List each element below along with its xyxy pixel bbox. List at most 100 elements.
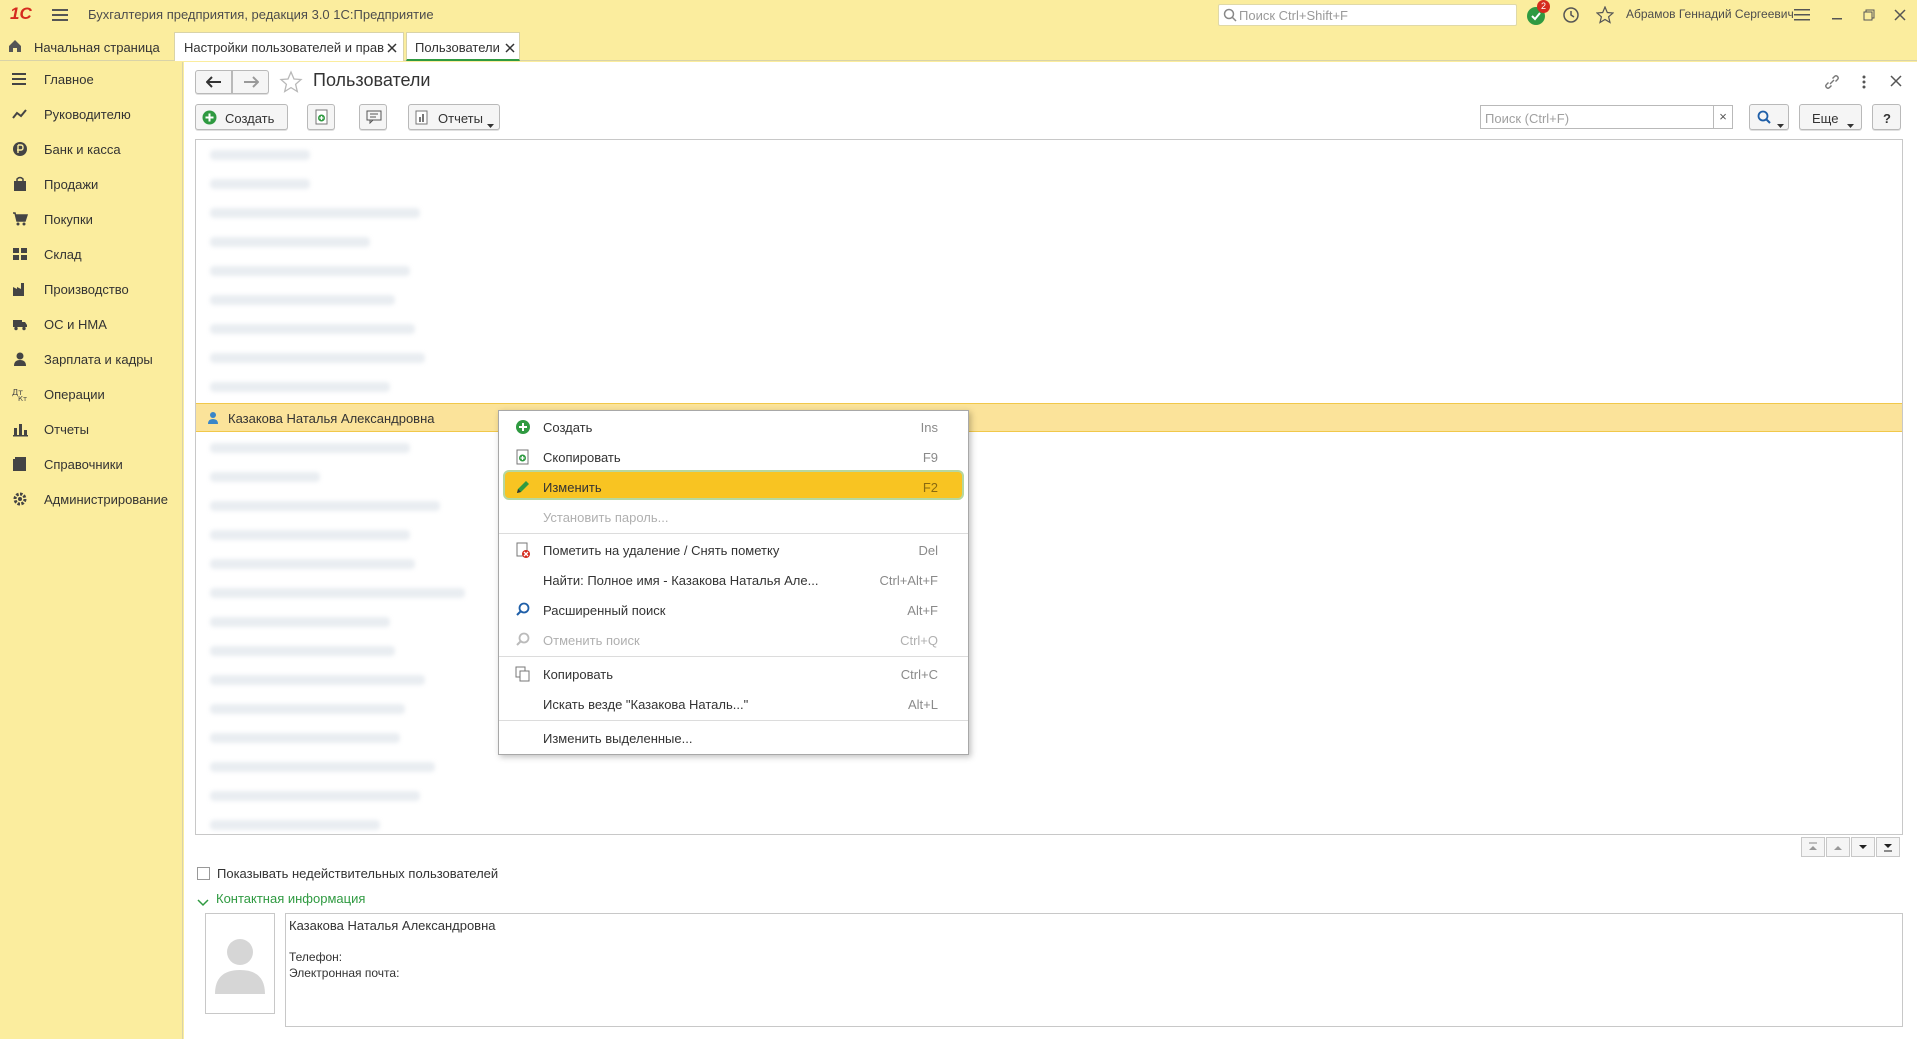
list-item[interactable] (210, 791, 420, 801)
list-item[interactable] (210, 704, 405, 714)
menu-item-find-by-name[interactable]: Найти: Полное имя - Казакова Наталья Але… (499, 565, 968, 595)
bar-chart-icon (12, 421, 28, 437)
menu-item-advanced-search[interactable]: Расширенный поиск Alt+F (499, 595, 968, 625)
list-item[interactable] (210, 266, 410, 276)
list-item[interactable] (210, 675, 425, 685)
menu-item-cancel-search[interactable]: Отменить поиск Ctrl+Q (499, 625, 968, 655)
sidebar-item-fixed-assets[interactable]: ОС и НМА (0, 307, 182, 342)
list-item[interactable] (210, 530, 410, 540)
sidebar-item-main[interactable]: Главное (0, 62, 182, 97)
search-options-button[interactable] (1749, 104, 1789, 130)
nav-forward-button[interactable] (232, 70, 269, 94)
list-item[interactable] (210, 559, 415, 569)
list-item[interactable] (210, 443, 410, 453)
more-vertical-icon[interactable] (1861, 74, 1867, 93)
menu-item-edit[interactable]: Изменить F2 (499, 472, 968, 502)
favorite-star-icon[interactable] (279, 70, 303, 97)
list-item[interactable] (210, 501, 440, 511)
scroll-down-icon (1859, 845, 1867, 849)
list-item[interactable] (210, 646, 395, 656)
search-icon (515, 602, 531, 618)
minimize-icon[interactable] (1830, 8, 1844, 25)
menu-item-search-everywhere[interactable]: Искать везде "Казакова Наталь..." Alt+L (499, 689, 968, 719)
menu-item-shortcut: F2 (922, 480, 938, 495)
list-item[interactable] (210, 733, 400, 743)
search-clear-label: × (1719, 109, 1727, 124)
list-item[interactable] (210, 179, 310, 189)
settings-icon[interactable] (1794, 8, 1810, 25)
users-list[interactable]: Казакова Наталья Александровна (195, 139, 1903, 835)
list-search-field[interactable]: Поиск (Ctrl+F) (1480, 105, 1714, 129)
user-photo (205, 913, 275, 1014)
global-search-field[interactable]: Поиск Ctrl+Shift+F (1218, 4, 1517, 26)
list-item[interactable] (210, 295, 395, 305)
sidebar-item-operations[interactable]: Дт Кт Операции (0, 377, 182, 412)
sidebar-item-reports[interactable]: Отчеты (0, 412, 182, 447)
search-clear-button[interactable]: × (1714, 105, 1733, 129)
menu-item-copy[interactable]: Скопировать F9 (499, 442, 968, 472)
nav-back-button[interactable] (195, 70, 232, 94)
sidebar-item-purchases[interactable]: Покупки (0, 202, 182, 237)
create-button[interactable]: Создать (195, 104, 288, 130)
list-item[interactable] (210, 588, 465, 598)
sidebar-item-administration[interactable]: Администрирование (0, 482, 182, 517)
sidebar-item-bank[interactable]: Банк и касса (0, 132, 182, 167)
favorites-star-icon[interactable] (1595, 5, 1615, 27)
list-item[interactable] (210, 820, 380, 830)
hamburger-menu-icon[interactable] (52, 8, 68, 22)
close-form-icon[interactable] (1890, 75, 1902, 90)
list-item[interactable] (210, 762, 435, 772)
app-logo[interactable]: 1С (10, 4, 32, 24)
menu-separator (499, 533, 968, 534)
current-user-name[interactable]: Абрамов Геннадий Сергеевич (1626, 7, 1794, 21)
sidebar-item-warehouse[interactable]: Склад (0, 237, 182, 272)
menu-item-edit-selected[interactable]: Изменить выделенные... (499, 723, 968, 753)
comment-button[interactable] (359, 104, 387, 130)
help-button[interactable]: ? (1872, 104, 1901, 130)
close-window-icon[interactable] (1893, 8, 1907, 25)
scroll-up-button[interactable] (1826, 837, 1850, 857)
sidebar-item-sales[interactable]: Продажи (0, 167, 182, 202)
list-item[interactable] (210, 617, 390, 627)
more-button[interactable]: Еще (1799, 104, 1862, 130)
scroll-to-bottom-button[interactable] (1876, 837, 1900, 857)
menu-item-shortcut: Del (918, 543, 938, 558)
table-row-selected[interactable]: Казакова Наталья Александровна (196, 403, 1902, 432)
list-item[interactable] (210, 237, 370, 247)
sidebar-item-directories[interactable]: Справочники (0, 447, 182, 482)
list-item[interactable] (210, 324, 415, 334)
tab-users[interactable]: Пользователи (406, 32, 520, 61)
tab-close-icon[interactable] (387, 41, 397, 56)
show-invalid-checkbox[interactable] (197, 867, 210, 880)
tab-home-label: Начальная страница (34, 40, 160, 55)
sidebar-item-production[interactable]: Производство (0, 272, 182, 307)
copy-button[interactable] (307, 104, 335, 130)
restore-icon[interactable] (1862, 8, 1876, 25)
sidebar-item-label: Администрирование (44, 492, 168, 507)
main-panel: Пользователи Создать Отчеты Поиск (Ctrl+… (184, 62, 1917, 1039)
list-item[interactable] (210, 472, 320, 482)
reports-button[interactable]: Отчеты (408, 104, 500, 130)
scroll-up-icon (1834, 846, 1842, 850)
tab-user-settings[interactable]: Настройки пользователей и прав (174, 32, 404, 61)
link-icon[interactable] (1824, 74, 1840, 93)
menu-item-copy-clipboard[interactable]: Копировать Ctrl+C (499, 659, 968, 689)
tab-close-icon[interactable] (505, 41, 515, 56)
app-title: Бухгалтерия предприятия, редакция 3.0 1С… (88, 7, 434, 22)
show-invalid-label[interactable]: Показывать недействительных пользователе… (217, 866, 498, 881)
contact-section-toggle[interactable]: Контактная информация (216, 891, 365, 906)
sidebar-item-manager[interactable]: Руководителю (0, 97, 182, 132)
list-item[interactable] (210, 208, 420, 218)
tab-home[interactable]: Начальная страница (0, 32, 172, 61)
chevron-down-icon[interactable] (197, 895, 209, 910)
scroll-to-top-button[interactable] (1801, 837, 1825, 857)
menu-item-mark-delete[interactable]: Пометить на удаление / Снять пометку Del (499, 535, 968, 565)
list-item[interactable] (210, 382, 390, 392)
menu-item-create[interactable]: Создать Ins (499, 412, 968, 442)
scroll-down-button[interactable] (1851, 837, 1875, 857)
list-item[interactable] (210, 150, 310, 160)
history-icon[interactable] (1562, 6, 1580, 27)
list-item[interactable] (210, 353, 425, 363)
menu-item-set-password[interactable]: Установить пароль... (499, 502, 968, 532)
sidebar-item-salary[interactable]: Зарплата и кадры (0, 342, 182, 377)
